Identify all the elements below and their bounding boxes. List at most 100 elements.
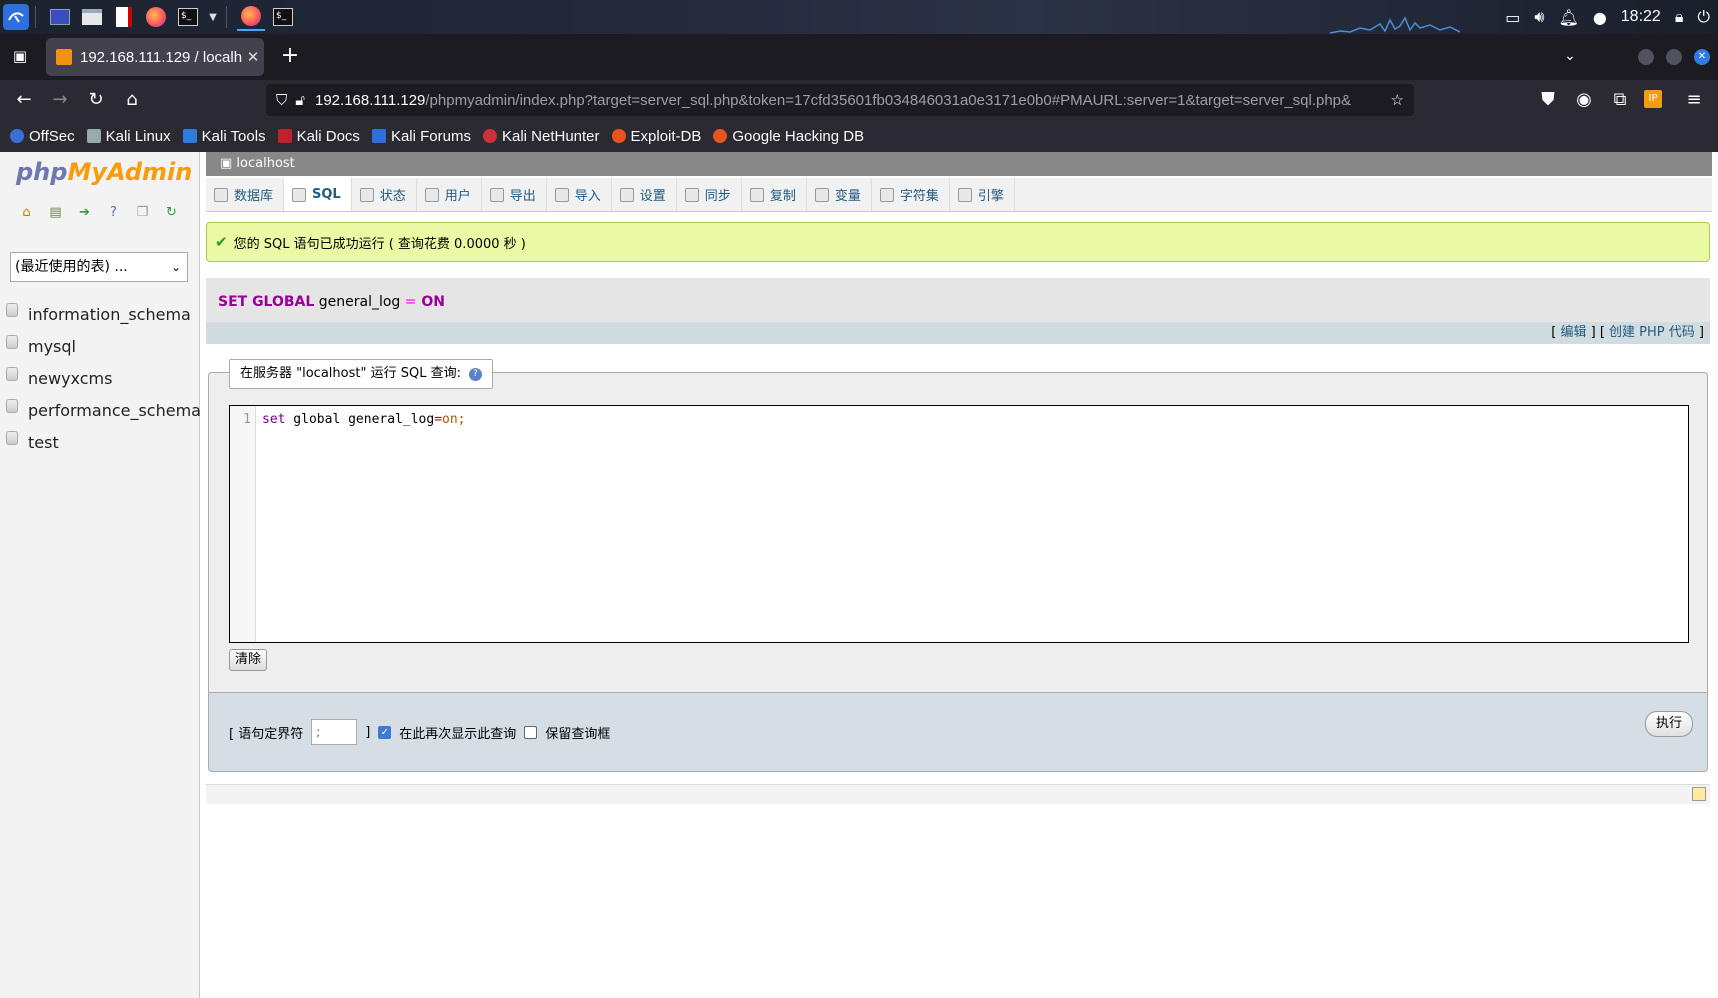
pocket-icon[interactable]: ⛊	[1536, 88, 1560, 112]
clock[interactable]: 18:22	[1621, 8, 1661, 26]
bookmark-kali-nethunter[interactable]: Kali NetHunter	[482, 128, 600, 145]
sql-code[interactable]: set global general_log=on;	[262, 412, 466, 427]
clear-button[interactable]: 清除	[229, 649, 268, 671]
ip-extension-icon[interactable]: IP	[1644, 90, 1662, 108]
bookmark-kali-tools[interactable]: Kali Tools	[182, 128, 266, 145]
maximize-window-icon[interactable]	[1666, 49, 1682, 65]
tab-import[interactable]: 导入	[547, 178, 612, 211]
reload-icon[interactable]: ↻	[84, 88, 108, 112]
file-manager-icon[interactable]	[78, 3, 106, 31]
retain-query-box-checkbox[interactable]	[524, 725, 538, 739]
tab-engines[interactable]: 引擎	[950, 178, 1015, 211]
database-item[interactable]: newyxcms	[6, 362, 201, 394]
tab-settings[interactable]: 设置	[612, 178, 677, 211]
tab-replication[interactable]: 复制	[742, 178, 807, 211]
lock-icon[interactable]: 🔒︎	[1675, 7, 1684, 27]
home-icon[interactable]: ⌂	[120, 88, 144, 112]
help-icon[interactable]: ?	[468, 367, 482, 381]
ghdb-icon	[713, 129, 728, 143]
close-tab-icon[interactable]: ✕	[242, 48, 264, 66]
bookmark-kali-forums[interactable]: Kali Forums	[371, 128, 471, 145]
chevron-down-icon[interactable]: ▼	[206, 3, 220, 31]
success-message: ✔ 您的 SQL 语句已成功运行 ( 查询花费 0.0000 秒 )	[206, 222, 1710, 262]
go-button[interactable]: 执行	[1644, 711, 1693, 737]
back-icon[interactable]: ←	[12, 88, 36, 112]
database-icon	[6, 303, 18, 317]
tab-users[interactable]: 用户	[417, 178, 482, 211]
database-item[interactable]: performance_schema	[6, 394, 201, 426]
query-legend: 在服务器 "localhost" 运行 SQL 查询: ?	[229, 359, 493, 389]
new-tab-icon[interactable]: +	[278, 44, 302, 68]
url-bar[interactable]: ⛉ 🔓︎ 192.168.111.129 /phpmyadmin/index.p…	[266, 84, 1414, 116]
kali-forums-icon	[371, 129, 386, 143]
delimiter-input[interactable]: ;	[311, 719, 358, 745]
logout-icon[interactable]: ▤	[47, 204, 64, 221]
notification-bell-icon[interactable]: 🔔︎	[1559, 8, 1579, 27]
app-menu-icon[interactable]: ≡	[1682, 88, 1706, 112]
edit-link[interactable]: 编辑	[1560, 325, 1586, 340]
recent-tables-select[interactable]: (最近使用的表) ... ⌄	[10, 252, 188, 282]
nethunter-icon	[482, 129, 497, 143]
browser-nav-bar: ← → ↻ ⌂ ⛉ 🔓︎ 192.168.111.129 /phpmyadmin…	[0, 80, 1718, 120]
volume-icon[interactable]: 🔊︎	[1534, 7, 1544, 27]
bookmark-kali-linux[interactable]: Kali Linux	[86, 128, 171, 145]
phpmyadmin-logo[interactable]: phpMyAdmin	[16, 158, 192, 186]
display-icon[interactable]: ▭	[1505, 8, 1520, 27]
forward-icon[interactable]: →	[48, 88, 72, 112]
database-item[interactable]: mysql	[6, 330, 201, 362]
firefox-launcher-icon[interactable]	[142, 3, 170, 31]
terminal-launcher-icon[interactable]: $_	[174, 3, 202, 31]
list-all-tabs-icon[interactable]: ⌄	[1558, 44, 1582, 68]
documentation-icon[interactable]: ❐	[134, 204, 151, 221]
terminal-window-icon[interactable]: $_	[269, 3, 297, 31]
browser-tab-active[interactable]: 192.168.111.129 / localhost ✕	[46, 38, 264, 76]
show-query-again-checkbox[interactable]: ✓	[378, 725, 392, 739]
home-icon[interactable]: ⌂	[18, 204, 35, 221]
query-window-icon[interactable]: ➔	[76, 204, 93, 221]
sql-query-editor[interactable]: 1 set global general_log=on;	[229, 405, 1689, 643]
network-icon[interactable]: ●	[1593, 8, 1607, 27]
help-icon[interactable]: ?	[105, 204, 122, 221]
offsec-icon	[10, 129, 24, 143]
reload-navigation-icon[interactable]: ↻	[163, 204, 180, 221]
workspace-icon[interactable]	[46, 3, 74, 31]
phpmyadmin-favicon-icon	[56, 49, 72, 65]
shield-icon[interactable]: ⛉	[276, 92, 287, 109]
tab-export[interactable]: 导出	[482, 178, 547, 211]
bookmarks-toolbar: OffSec Kali Linux Kali Tools Kali Docs K…	[0, 120, 1718, 152]
insecure-lock-icon[interactable]: 🔓︎	[295, 92, 305, 109]
tab-variables[interactable]: 变量	[807, 178, 872, 211]
show-query-again-label: 在此再次显示此查询	[399, 726, 517, 742]
tab-title: 192.168.111.129 / localhost	[80, 48, 242, 66]
tab-sql[interactable]: SQL	[284, 178, 352, 211]
tab-databases[interactable]: 数据库	[206, 178, 285, 211]
pma-nav-icons: ⌂ ▤ ➔ ? ❐ ↻	[18, 204, 180, 221]
page-footer-bar	[206, 784, 1710, 804]
power-icon[interactable]: ⏻	[1697, 7, 1710, 27]
tab-list-icon[interactable]: ▣	[8, 44, 32, 68]
bookmark-exploit-db[interactable]: Exploit-DB	[611, 128, 701, 145]
delimiter-label: [ 语句定界符	[229, 726, 304, 742]
bookmark-google-hacking-db[interactable]: Google Hacking DB	[713, 128, 864, 145]
server-breadcrumb[interactable]: ▣ localhost	[206, 152, 1712, 176]
query-options-bar: [ 语句定界符 ; ] ✓ 在此再次显示此查询 保留查询框 执行	[208, 692, 1708, 772]
close-window-icon[interactable]: ✕	[1694, 49, 1710, 65]
console-icon[interactable]	[1692, 787, 1706, 801]
bookmark-offsec[interactable]: OffSec	[10, 128, 75, 145]
text-editor-icon[interactable]	[110, 3, 138, 31]
kali-menu-icon[interactable]	[3, 4, 29, 30]
tab-status[interactable]: 状态	[352, 178, 417, 211]
tab-charsets[interactable]: 字符集	[872, 178, 950, 211]
minimize-window-icon[interactable]	[1638, 49, 1654, 65]
extensions-icon[interactable]: ⧉	[1608, 88, 1632, 112]
create-php-code-link[interactable]: 创建 PHP 代码	[1609, 325, 1695, 340]
firefox-window-icon[interactable]	[237, 3, 265, 31]
executed-sql-box: SET GLOBAL general_log = ON	[206, 278, 1710, 322]
account-icon[interactable]: ◉	[1572, 88, 1596, 112]
database-item[interactable]: test	[6, 426, 201, 458]
bookmark-star-icon[interactable]: ☆	[1391, 91, 1404, 109]
tab-sync[interactable]: 同步	[677, 178, 742, 211]
url-host: 192.168.111.129	[315, 91, 426, 109]
bookmark-kali-docs[interactable]: Kali Docs	[277, 128, 360, 145]
database-item[interactable]: information_schema	[6, 298, 201, 330]
